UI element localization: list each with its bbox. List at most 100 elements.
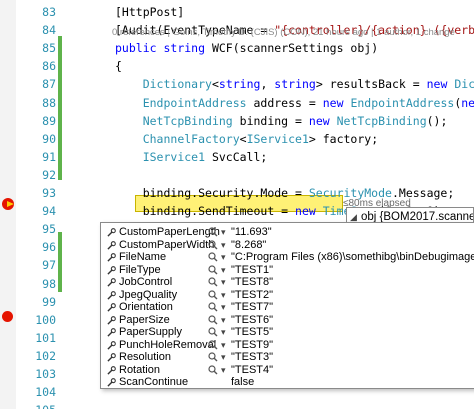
line-number: 97 [42, 258, 56, 273]
line-number: 104 [35, 385, 56, 400]
visualizer-dropdown-icon[interactable]: ▾ [221, 226, 226, 239]
datatip-member-row[interactable]: FileName ▾ "C:Program Files (x86)\somethib… [101, 251, 474, 264]
datatip-member-row[interactable]: Rotation ▾ "TEST4" [101, 364, 474, 377]
datatip-member-row[interactable]: JpegQuality ▾ "TEST2" [101, 289, 474, 302]
datatip-member-row[interactable]: FileType ▾ "TEST1" [101, 264, 474, 277]
visualizer-dropdown-icon[interactable]: ▾ [221, 314, 226, 327]
code-editor[interactable]: 83 [HttpPost] 84 [Audit(EventTypeName = "{c… [0, 0, 474, 409]
line-number: 87 [42, 77, 56, 92]
line-number: 84 [42, 23, 56, 38]
member-value[interactable]: "TEST8" [231, 276, 273, 289]
line-number: 103 [35, 367, 56, 381]
member-value[interactable]: false [231, 376, 254, 388]
code-text[interactable]: NetTcpBinding binding = new NetTcpBindin… [115, 112, 448, 130]
code-line[interactable]: 88 EndpointAddress address = new Endpoin… [0, 94, 474, 112]
visualizer-dropdown-icon[interactable]: ▾ [221, 326, 226, 339]
visualizer-search-icon[interactable] [208, 252, 218, 262]
member-value[interactable]: "8.268" [231, 239, 266, 252]
member-value[interactable]: "TEST2" [231, 289, 273, 302]
visualizer-search-icon[interactable] [208, 227, 218, 237]
datatip-member-row[interactable]: CustomPaperWidth ▾ "8.268" [101, 239, 474, 252]
member-value[interactable]: "TEST5" [231, 326, 273, 339]
visualizer-dropdown-icon[interactable]: ▾ [221, 251, 226, 264]
member-value[interactable]: "TEST1" [231, 264, 273, 277]
code-text[interactable]: { [115, 57, 122, 75]
line-number: 93 [42, 186, 56, 200]
code-line[interactable]: 90 ChannelFactory<IService1> factory; [0, 130, 474, 148]
visualizer-search-icon[interactable] [208, 302, 218, 312]
datatip-member-row[interactable]: Resolution ▾ "TEST3" [101, 351, 474, 364]
visualizer-dropdown-icon[interactable]: ▾ [221, 339, 226, 352]
member-value[interactable]: "TEST9" [231, 339, 273, 352]
property-wrench-icon [107, 378, 116, 387]
member-name: CustomPaperWidth [119, 238, 215, 251]
code-line[interactable]: 91 IService1 SvcCall; [0, 148, 474, 166]
visualizer-dropdown-icon[interactable]: ▾ [221, 364, 226, 377]
code-text[interactable]: public string WCF(scannerSettings obj) [115, 39, 378, 57]
visualizer-dropdown-icon[interactable]: ▾ [221, 301, 226, 314]
visualizer-search-icon[interactable] [208, 364, 218, 375]
line-number: 98 [42, 276, 56, 291]
code-text[interactable]: EndpointAddress address = new EndpointAd… [115, 94, 474, 112]
code-line[interactable]: 83 [HttpPost] [0, 3, 474, 21]
code-text[interactable]: Dictionary<string, string> resultsBack =… [115, 75, 474, 93]
visualizer-search-icon[interactable] [208, 289, 218, 300]
property-wrench-icon [107, 278, 116, 287]
datatip-member-row[interactable]: Orientation ▾ "TEST7" [101, 301, 474, 314]
property-wrench-icon [107, 365, 116, 375]
code-text[interactable]: IService1 SvcCall; [115, 148, 268, 166]
member-value[interactable]: "11.693" [231, 226, 272, 239]
member-value[interactable]: "TEST3" [231, 351, 273, 364]
member-name: Rotation [119, 363, 160, 376]
member-name: JpegQuality [119, 288, 178, 301]
datatip-members-popup[interactable]: CustomPaperLength ▾ "11.693" CustomPaperWid… [100, 222, 474, 389]
line-number: 100 [35, 312, 56, 327]
code-line[interactable]: 87 Dictionary<string, string> resultsBac… [0, 75, 474, 93]
member-value[interactable]: "C:Program Files (x86)\somethibg\binDebu… [231, 251, 474, 264]
member-name: PunchHoleRemoval [119, 338, 217, 351]
member-name: ScanContinue [119, 376, 189, 388]
datatip-member-row[interactable]: JobControl ▾ "TEST8" [101, 276, 474, 289]
visualizer-search-icon[interactable] [208, 239, 218, 250]
codelens-info[interactable]: 0 references | Goins, Timothy D. (CJIS) … [112, 27, 455, 38]
datatip-member-row[interactable]: PaperSize ▾ "TEST6" [101, 314, 474, 327]
member-name: PaperSupply [119, 326, 182, 338]
member-value[interactable]: "TEST7" [231, 301, 273, 314]
visualizer-dropdown-icon[interactable]: ▾ [221, 239, 226, 252]
visualizer-search-icon[interactable] [208, 314, 218, 325]
visualizer-search-icon[interactable] [208, 327, 218, 337]
visualizer-search-icon[interactable] [208, 264, 218, 275]
datatip-member-row[interactable]: PunchHoleRemoval ▾ "TEST9" [101, 339, 474, 352]
property-wrench-icon [107, 303, 116, 312]
datatip-member-row[interactable]: PaperSupply ▾ "TEST5" [101, 326, 474, 339]
visualizer-dropdown-icon[interactable]: ▾ [221, 276, 226, 289]
code-text[interactable]: ChannelFactory<IService1> factory; [115, 130, 378, 148]
code-line[interactable]: 89 NetTcpBinding binding = new NetTcpBin… [0, 112, 474, 130]
line-number: 101 [35, 330, 56, 345]
line-number: 94 [42, 204, 56, 219]
member-value[interactable]: "TEST6" [231, 314, 273, 327]
visualizer-search-icon[interactable] [208, 352, 218, 362]
code-line[interactable]: 85 public string WCF(scannerSettings obj) [0, 39, 474, 57]
line-number: 105 [16, 401, 56, 409]
line-number: 92 [42, 167, 56, 182]
property-wrench-icon [107, 240, 116, 250]
member-name: Orientation [119, 301, 173, 313]
property-wrench-icon [107, 290, 116, 300]
line-number: 95 [42, 222, 56, 237]
code-line[interactable]: 86 { [0, 57, 474, 75]
datatip-member-row[interactable]: CustomPaperLength ▾ "11.693" [101, 226, 474, 239]
code-text[interactable]: [HttpPost] [115, 3, 184, 21]
visualizer-dropdown-icon[interactable]: ▾ [221, 264, 226, 277]
code-line[interactable]: 92 [0, 166, 474, 184]
visualizer-dropdown-icon[interactable]: ▾ [221, 351, 226, 364]
code-line[interactable]: 105 [0, 401, 474, 409]
member-name: Resolution [119, 351, 171, 363]
visualizer-dropdown-icon[interactable]: ▾ [221, 289, 226, 302]
member-value[interactable]: "TEST4" [231, 364, 273, 377]
line-number: 99 [42, 294, 56, 309]
member-name: JobControl [119, 276, 173, 288]
visualizer-search-icon[interactable] [208, 277, 218, 287]
datatip-member-row[interactable]: ScanContinue false [101, 376, 474, 388]
visualizer-search-icon[interactable] [208, 339, 218, 350]
